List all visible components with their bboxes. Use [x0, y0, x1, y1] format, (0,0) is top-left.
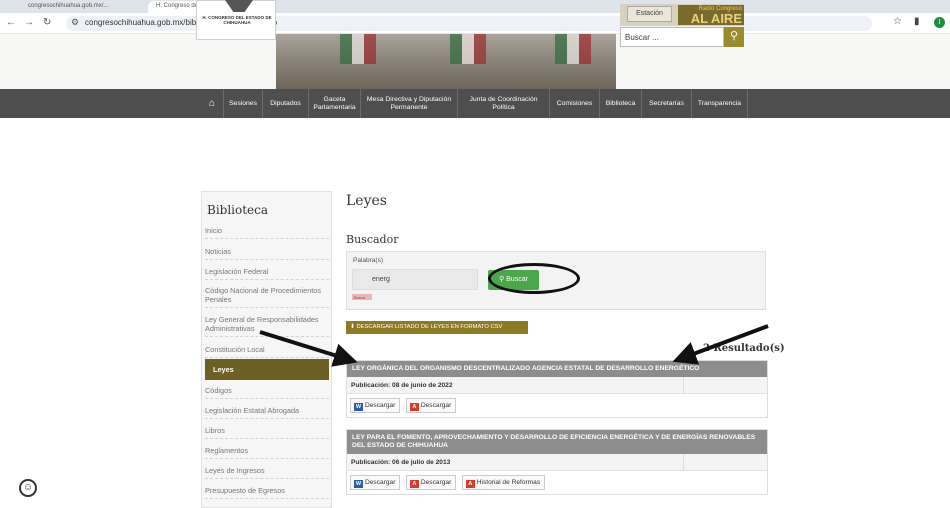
arrow-right — [672, 324, 769, 365]
arrow-left — [259, 330, 358, 367]
accessibility-icon[interactable]: ☺ — [19, 479, 37, 497]
annotation-arrows — [259, 324, 769, 367]
